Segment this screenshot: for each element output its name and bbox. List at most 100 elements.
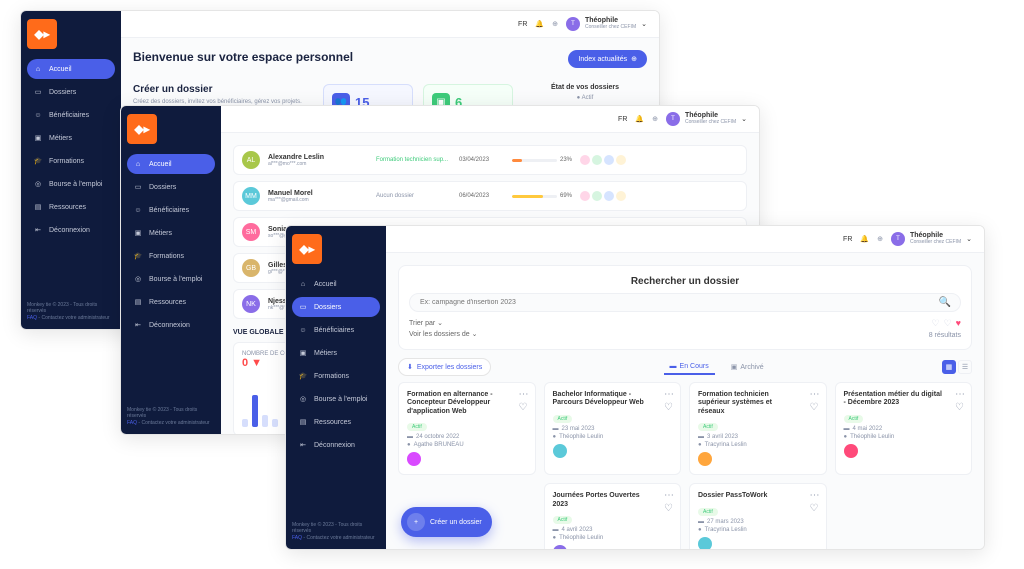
- list-view-button[interactable]: ☰: [958, 360, 972, 374]
- date-cell: 06/04/2023: [459, 193, 504, 199]
- person-cell: Alexandre Leslinal***@mo***.com: [268, 154, 368, 167]
- status-badge: Actif: [698, 508, 718, 516]
- user-menu[interactable]: T ThéophileConseiller chez CEFIM ⌄: [891, 232, 972, 246]
- search-icon[interactable]: 🔍: [939, 297, 951, 308]
- avatar: MM: [242, 187, 260, 205]
- sidebar-footer: Monkey tie © 2023 - Tous droits réservés…: [292, 522, 380, 542]
- nav-metiers[interactable]: ▣Métiers: [292, 343, 380, 363]
- more-icon[interactable]: ⋯: [664, 389, 674, 400]
- table-row[interactable]: MM Manuel Morelma***@gmail.com Aucun dos…: [233, 181, 747, 211]
- nav-ressources[interactable]: ▤Ressources: [292, 412, 380, 432]
- nav-formations[interactable]: 🎓Formations: [127, 246, 215, 266]
- folder-title: Formation technicien supérieur systèmes …: [698, 391, 818, 416]
- nav-dossiers[interactable]: ▭Dossiers: [292, 297, 380, 317]
- sort-dropdown[interactable]: Trier par ⌄: [409, 319, 478, 327]
- main-content: FR 🔔 ⊕ T ThéophileConseiller chez CEFIM …: [386, 226, 984, 549]
- folder-card[interactable]: ⋯ ♡ Formation en alternance - Concepteur …: [398, 382, 536, 475]
- nav-bourse[interactable]: ◎Bourse à l'emploi: [292, 389, 380, 409]
- tabs: ▬En Cours ▣Archivé: [664, 360, 770, 375]
- status-badge: Actif: [844, 415, 864, 423]
- folder-date: ▬4 avril 2023: [553, 527, 673, 533]
- page-title: Bienvenue sur votre espace personnel: [133, 50, 353, 64]
- globe-icon[interactable]: ⊕: [877, 235, 883, 243]
- folder-title: Journées Portes Ouvertes 2023: [553, 492, 673, 509]
- folder-card[interactable]: ⋯♡ Présentation métier du digital - Déce…: [835, 382, 973, 475]
- calendar-icon: ▬: [698, 434, 704, 440]
- folder-title: Formation en alternance - Concepteur Dév…: [407, 391, 527, 416]
- user-menu[interactable]: T ThéophileConseiller chez CEFIM ⌄: [566, 17, 647, 31]
- folder-owner: ●Tracyrina Leslin: [698, 527, 818, 533]
- nav-formations[interactable]: 🎓Formations: [292, 366, 380, 386]
- heart-icon[interactable]: ♡: [664, 503, 674, 514]
- heart-icon[interactable]: ♡: [810, 402, 820, 413]
- nav-ressources[interactable]: ▤Ressources: [127, 292, 215, 312]
- tab-archive[interactable]: ▣Archivé: [725, 360, 770, 375]
- nav-accueil[interactable]: ⌂Accueil: [27, 59, 115, 79]
- folder-owner: ●Théophile Leulin: [844, 434, 964, 440]
- folder-card[interactable]: ⋯ ♡ Formation technicien supérieur systèm…: [689, 382, 827, 475]
- table-row[interactable]: AL Alexandre Leslinal***@mo***.com Forma…: [233, 145, 747, 175]
- tests-cell: [580, 191, 626, 201]
- folder-card[interactable]: ⋯♡ Dossier PassToWork Actif ▬27 mars 202…: [689, 483, 827, 549]
- nav-accueil[interactable]: ⌂Accueil: [292, 274, 380, 294]
- heart-icon[interactable]: ♡: [810, 503, 820, 514]
- status-badge: Actif: [553, 516, 573, 524]
- nav-bourse[interactable]: ◎Bourse à l'emploi: [127, 269, 215, 289]
- nav-dossiers[interactable]: ▭Dossiers: [27, 82, 115, 102]
- sidebar: ◆▸ ⌂Accueil ▭Dossiers ☺Bénéficiaires ▣Mé…: [121, 106, 221, 434]
- favorite-filters[interactable]: ♡♡♥: [932, 318, 962, 329]
- folder-owner: ●Tracyrina Leslin: [698, 442, 818, 448]
- nav-metiers[interactable]: ▣Métiers: [127, 223, 215, 243]
- folder-date: ▬23 mai 2023: [553, 426, 673, 432]
- bell-icon[interactable]: 🔔: [860, 235, 869, 243]
- export-button[interactable]: ⬇Exporter les dossiers: [398, 358, 491, 376]
- nav-bourse[interactable]: ◎Bourse à l'emploi: [27, 174, 115, 194]
- more-icon[interactable]: ⋯: [955, 389, 965, 400]
- nav-deconnexion[interactable]: ⇤Déconnexion: [27, 220, 115, 240]
- nav-beneficiaires[interactable]: ☺Bénéficiaires: [292, 320, 380, 340]
- folder-card[interactable]: ⋯♡ Bachelor Informatique - Parcours Déve…: [544, 382, 682, 475]
- avatar: SM: [242, 223, 260, 241]
- folder-card[interactable]: ⋯ ♡ Journées Portes Ouvertes 2023 Actif ▬…: [544, 483, 682, 549]
- tab-encours[interactable]: ▬En Cours: [664, 360, 715, 375]
- sidebar-footer: Monkey tie © 2023 - Tous droits réservés…: [127, 407, 215, 427]
- progress-cell: 23%: [512, 157, 572, 163]
- user-icon: ●: [407, 442, 411, 448]
- nav-beneficiaires[interactable]: ☺Bénéficiaires: [27, 105, 115, 125]
- nav-metiers[interactable]: ▣Métiers: [27, 128, 115, 148]
- nav-beneficiaires[interactable]: ☺Bénéficiaires: [127, 200, 215, 220]
- globe-icon[interactable]: ⊕: [552, 20, 558, 28]
- heart-icon[interactable]: ♡: [664, 402, 674, 413]
- nav-ressources[interactable]: ▤Ressources: [27, 197, 115, 217]
- actualites-button[interactable]: Index actualités⊕: [568, 50, 647, 68]
- avatar: AL: [242, 151, 260, 169]
- user-menu[interactable]: T ThéophileConseiller chez CEFIM ⌄: [666, 112, 747, 126]
- plus-icon: +: [407, 513, 425, 531]
- view-dropdown[interactable]: Voir les dossiers de ⌄: [409, 330, 478, 338]
- folder-icon: ▬: [670, 363, 677, 370]
- grid-view-button[interactable]: ▦: [942, 360, 956, 374]
- nav-accueil[interactable]: ⌂Accueil: [127, 154, 215, 174]
- nav-deconnexion[interactable]: ⇤Déconnexion: [292, 435, 380, 455]
- book-icon: ▤: [33, 202, 43, 212]
- fab-create-folder[interactable]: + Créer un dossier: [401, 507, 492, 537]
- bell-icon[interactable]: 🔔: [535, 20, 544, 28]
- more-icon[interactable]: ⋯: [519, 389, 529, 400]
- more-icon[interactable]: ⋯: [810, 389, 820, 400]
- bell-icon[interactable]: 🔔: [635, 115, 644, 123]
- heart-icon[interactable]: ♡: [519, 402, 529, 413]
- heart-icon[interactable]: ♡: [955, 402, 965, 413]
- nav-formations[interactable]: 🎓Formations: [27, 151, 115, 171]
- more-icon[interactable]: ⋯: [810, 490, 820, 501]
- search-input[interactable]: [409, 293, 961, 312]
- more-icon[interactable]: ⋯: [664, 490, 674, 501]
- nav-dossiers[interactable]: ▭Dossiers: [127, 177, 215, 197]
- lang-code[interactable]: FR: [518, 21, 527, 28]
- avatar: NK: [242, 295, 260, 313]
- globe-icon[interactable]: ⊕: [652, 115, 658, 123]
- chevron-down-icon: ⌄: [641, 20, 647, 28]
- dossier-cell: Aucun dossier: [376, 193, 451, 199]
- nav-deconnexion[interactable]: ⇤Déconnexion: [127, 315, 215, 335]
- job-icon: ◎: [33, 179, 43, 189]
- calendar-icon: ▬: [553, 527, 559, 533]
